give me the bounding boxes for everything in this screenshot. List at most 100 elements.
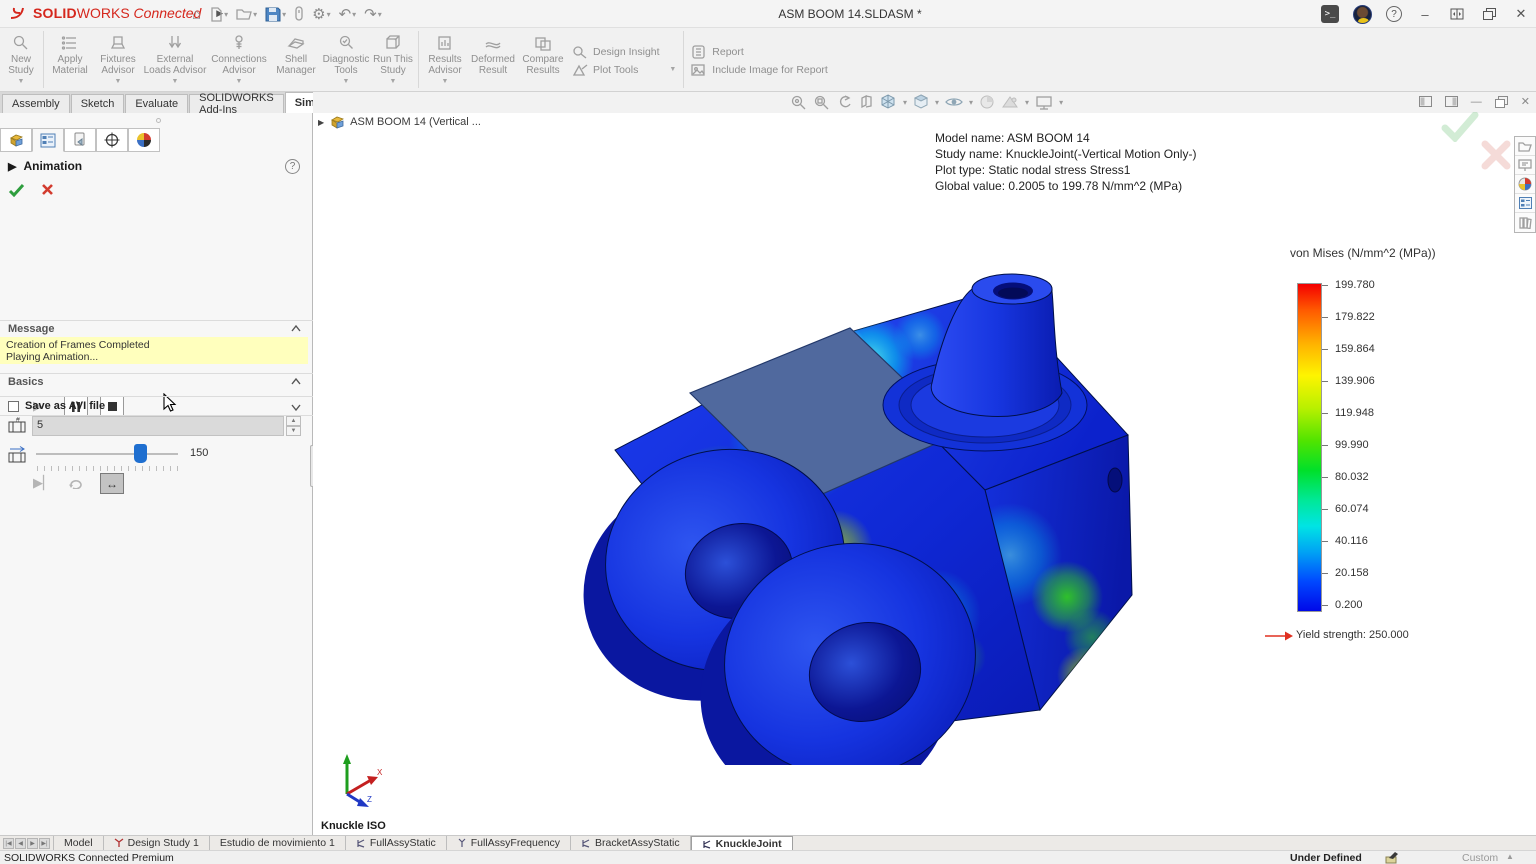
basics-section-header[interactable]: Basics <box>0 373 313 390</box>
maximize-button[interactable] <box>1448 5 1466 23</box>
new-document-button[interactable]: ▾ <box>207 7 230 22</box>
featuremanager-tab[interactable] <box>0 128 32 152</box>
dropdown-caret[interactable]: ▼ <box>18 78 25 86</box>
unit-dropdown-arrow[interactable]: ▲ <box>1506 852 1514 861</box>
display-style-icon[interactable] <box>913 94 929 110</box>
save-avi-checkbox[interactable] <box>8 401 19 412</box>
view-orientation-icon[interactable] <box>880 94 897 110</box>
save-button[interactable]: ▾ <box>263 7 288 22</box>
split-left-icon[interactable] <box>1419 96 1432 107</box>
results-advisor-button[interactable]: Results Advisor ▼ <box>422 30 468 91</box>
view-settings-icon[interactable] <box>1035 95 1053 110</box>
previous-view-icon[interactable] <box>836 94 853 110</box>
collapse-chevron-icon[interactable] <box>291 378 301 385</box>
compare-results-button[interactable]: Compare Results <box>518 30 568 91</box>
dropdown-caret[interactable]: ▾ <box>1059 98 1063 107</box>
graphics-viewport[interactable]: ▾ ▾ ▾ ▾ ▾ — ✕ ▶ ASM BOOM 14 ( <box>313 92 1536 835</box>
apply-material-button[interactable]: Apply Material <box>47 30 93 91</box>
next-tab-button[interactable]: ▶ <box>27 838 38 849</box>
propertymanager-tab[interactable] <box>32 128 64 152</box>
confirmation-cancel-icon[interactable] <box>1481 140 1511 170</box>
appearances-scenes-tab[interactable] <box>1515 175 1535 194</box>
report-button[interactable]: Report <box>691 45 828 59</box>
connections-advisor-button[interactable]: Connections Advisor ▼ <box>207 30 271 91</box>
dropdown-caret[interactable]: ▼ <box>442 78 449 86</box>
cancel-x-icon[interactable] <box>41 183 54 196</box>
configurationmanager-tab[interactable] <box>64 128 96 152</box>
command-prompt-icon[interactable]: >_ <box>1321 5 1339 23</box>
reciprocate-button[interactable]: ↔ <box>100 473 124 494</box>
zoom-to-fit-icon[interactable] <box>790 94 807 110</box>
last-tab-button[interactable]: ▶| <box>39 838 50 849</box>
displaymanager-tab[interactable] <box>128 128 160 152</box>
home-button[interactable]: ⌂ <box>190 6 203 23</box>
tab-design-study-1[interactable]: Design Study 1 <box>104 836 210 850</box>
external-loads-advisor-button[interactable]: External Loads Advisor ▼ <box>143 30 207 91</box>
tab-fullassystatic[interactable]: FullAssyStatic <box>346 836 447 850</box>
dropdown-caret[interactable]: ▾ <box>969 98 973 107</box>
fixtures-advisor-button[interactable]: Fixtures Advisor ▼ <box>93 30 143 91</box>
undo-button[interactable]: ↶▾ <box>337 5 359 23</box>
play-once-button[interactable]: ▶▏ <box>33 475 53 491</box>
zoom-to-area-icon[interactable] <box>813 94 830 110</box>
tab-solidworks-add-ins[interactable]: SOLIDWORKS Add-Ins <box>189 94 284 113</box>
tab-sketch[interactable]: Sketch <box>71 94 125 113</box>
panel-collapse-dot[interactable] <box>156 118 161 123</box>
file-explorer-tab[interactable] <box>1515 137 1535 156</box>
message-section-header[interactable]: Message <box>0 320 313 337</box>
design-library-tab[interactable] <box>1515 156 1535 175</box>
design-insight-button[interactable]: Design Insight <box>572 45 676 59</box>
dropdown-caret[interactable]: ▼ <box>115 78 122 86</box>
new-study-button[interactable]: New Study ▼ <box>2 30 40 91</box>
diagnostic-tools-button[interactable]: Diagnostic Tools ▼ <box>321 30 371 91</box>
spin-up-button[interactable]: ▲ <box>286 416 301 426</box>
viewport-restore-button[interactable] <box>1495 96 1508 108</box>
first-tab-button[interactable]: |◀ <box>3 838 14 849</box>
include-image-for-report-button[interactable]: Include Image for Report <box>691 63 828 77</box>
help-button[interactable]: ? <box>1386 6 1402 22</box>
prev-tab-button[interactable]: ◀ <box>15 838 26 849</box>
library-tab[interactable] <box>1515 213 1535 232</box>
dropdown-caret[interactable]: ▾ <box>935 98 939 107</box>
dropdown-caret[interactable]: ▾ <box>903 98 907 107</box>
tab-knucklejoint[interactable]: KnuckleJoint <box>691 836 793 850</box>
expand-chevron-icon[interactable] <box>291 404 301 411</box>
user-avatar[interactable] <box>1353 5 1372 24</box>
tab-model[interactable]: Model <box>53 836 104 850</box>
frames-input[interactable]: 5 <box>32 416 284 436</box>
deformed-result-button[interactable]: Deformed Result <box>468 30 518 91</box>
spin-down-button[interactable]: ▼ <box>286 426 301 436</box>
confirmation-check-icon[interactable] <box>1441 112 1479 142</box>
open-document-button[interactable]: ▾ <box>234 7 259 21</box>
speed-slider-track[interactable] <box>36 453 178 455</box>
options-button[interactable]: ⚙▾ <box>310 5 332 23</box>
unit-system-selector[interactable]: Custom <box>1462 852 1498 864</box>
flyout-feature-tree[interactable]: ▶ ASM BOOM 14 (Vertical ... <box>318 115 481 129</box>
tab-estudio-de-movimiento-1[interactable]: Estudio de movimiento 1 <box>210 836 346 850</box>
dropdown-caret[interactable]: ▼ <box>343 78 350 86</box>
dimxpert-tab[interactable] <box>96 128 128 152</box>
tab-evaluate[interactable]: Evaluate <box>125 94 188 113</box>
viewport-minimize-button[interactable]: — <box>1471 96 1482 108</box>
redo-button[interactable]: ↷▾ <box>362 5 384 23</box>
hide-show-items-icon[interactable] <box>945 95 963 109</box>
tree-expand-icon[interactable]: ▶ <box>318 118 324 127</box>
panel-help-icon[interactable]: ? <box>285 159 300 174</box>
mouse-gestures-button[interactable] <box>292 6 306 22</box>
edit-appearance-icon[interactable] <box>979 94 995 110</box>
tab-fullassyfrequency[interactable]: FullAssyFrequency <box>447 836 571 850</box>
tab-assembly[interactable]: Assembly <box>2 94 70 113</box>
speed-slider-handle[interactable] <box>134 444 147 463</box>
plot-tools-button[interactable]: Plot Tools ▼ <box>572 63 676 77</box>
restore-button[interactable] <box>1480 5 1498 23</box>
ok-check-icon[interactable] <box>8 183 25 197</box>
dropdown-caret[interactable]: ▾ <box>1025 98 1029 107</box>
apply-scene-icon[interactable] <box>1001 95 1019 110</box>
dropdown-caret[interactable]: ▼ <box>390 78 397 86</box>
minimize-button[interactable]: – <box>1416 5 1434 23</box>
custom-properties-tab[interactable] <box>1515 194 1535 213</box>
tab-bracketassystatic[interactable]: BracketAssyStatic <box>571 836 691 850</box>
split-right-icon[interactable] <box>1445 96 1458 107</box>
viewport-close-button[interactable]: ✕ <box>1521 95 1530 108</box>
knuckle-joint-model[interactable] <box>540 265 1140 765</box>
